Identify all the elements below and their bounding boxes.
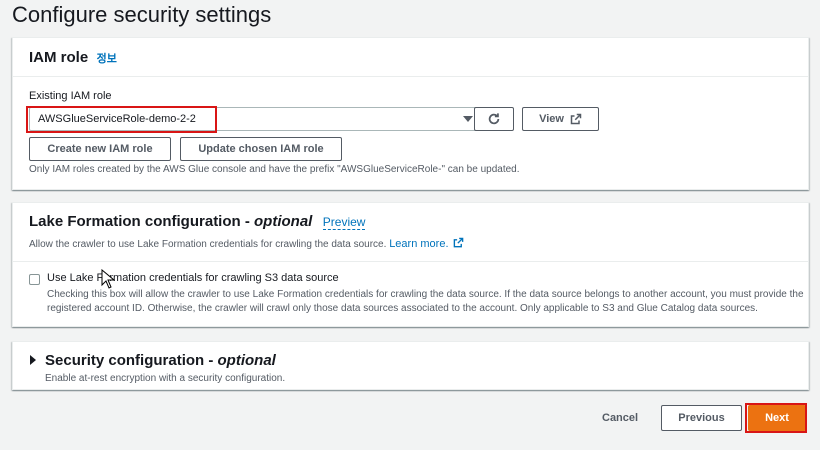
security-configuration-title: Security configuration - optional bbox=[45, 351, 276, 371]
iam-role-title: IAM role bbox=[29, 49, 89, 66]
iam-role-header: IAM role 정보 bbox=[13, 38, 808, 77]
create-new-iam-role-button[interactable]: Create new IAM role bbox=[29, 137, 171, 161]
previous-button[interactable]: Previous bbox=[661, 405, 742, 431]
lake-formation-checkbox-desc-2: registered account ID. Otherwise, the cr… bbox=[47, 303, 758, 314]
lake-formation-desc-text: Allow the crawler to use Lake Formation … bbox=[29, 239, 387, 250]
iam-role-select[interactable]: AWSGlueServiceRole-demo-2-2 bbox=[29, 107, 480, 131]
external-link-icon bbox=[570, 113, 582, 125]
view-button-label: View bbox=[539, 113, 564, 125]
iam-role-panel: IAM role 정보 Existing IAM role AWSGlueSer… bbox=[12, 37, 809, 190]
cursor-icon bbox=[101, 269, 115, 289]
lake-formation-optional: optional bbox=[254, 213, 313, 230]
refresh-button[interactable] bbox=[474, 107, 514, 131]
security-configuration-desc: Enable at-rest encryption with a securit… bbox=[45, 373, 286, 384]
security-configuration-title-text: Security configuration - bbox=[45, 352, 218, 369]
lake-formation-checkbox-label: Use Lake Formation credentials for crawl… bbox=[47, 272, 339, 284]
lake-formation-checkbox-desc-1: Checking this box will allow the crawler… bbox=[47, 289, 804, 300]
iam-role-selected-value: AWSGlueServiceRole-demo-2-2 bbox=[38, 113, 196, 125]
lake-formation-title: Lake Formation configuration - optional bbox=[29, 213, 312, 230]
lake-formation-desc: Allow the crawler to use Lake Formation … bbox=[29, 237, 792, 252]
cancel-button[interactable]: Cancel bbox=[602, 412, 638, 424]
page-title: Configure security settings bbox=[12, 2, 272, 27]
learn-more-link[interactable]: Learn more. bbox=[389, 238, 448, 250]
view-button[interactable]: View bbox=[522, 107, 599, 131]
lake-formation-header: Lake Formation configuration - optional … bbox=[13, 203, 808, 262]
refresh-icon bbox=[488, 113, 500, 125]
security-configuration-panel[interactable]: Security configuration - optional Enable… bbox=[12, 341, 809, 390]
update-chosen-iam-role-button[interactable]: Update chosen IAM role bbox=[180, 137, 342, 161]
existing-iam-role-label: Existing IAM role bbox=[29, 90, 112, 102]
external-link-icon bbox=[453, 237, 464, 248]
next-button[interactable]: Next bbox=[748, 405, 806, 431]
chevron-down-icon bbox=[463, 116, 473, 122]
lake-formation-panel: Lake Formation configuration - optional … bbox=[12, 202, 809, 327]
info-link[interactable]: 정보 bbox=[97, 53, 117, 65]
iam-role-help-text: Only IAM roles created by the AWS Glue c… bbox=[29, 164, 520, 175]
preview-link[interactable]: Preview bbox=[322, 215, 366, 230]
lake-formation-checkbox[interactable] bbox=[29, 274, 40, 285]
security-configuration-optional: optional bbox=[217, 352, 276, 369]
caret-right-icon bbox=[30, 355, 36, 365]
lake-formation-title-text: Lake Formation configuration - bbox=[29, 213, 255, 230]
